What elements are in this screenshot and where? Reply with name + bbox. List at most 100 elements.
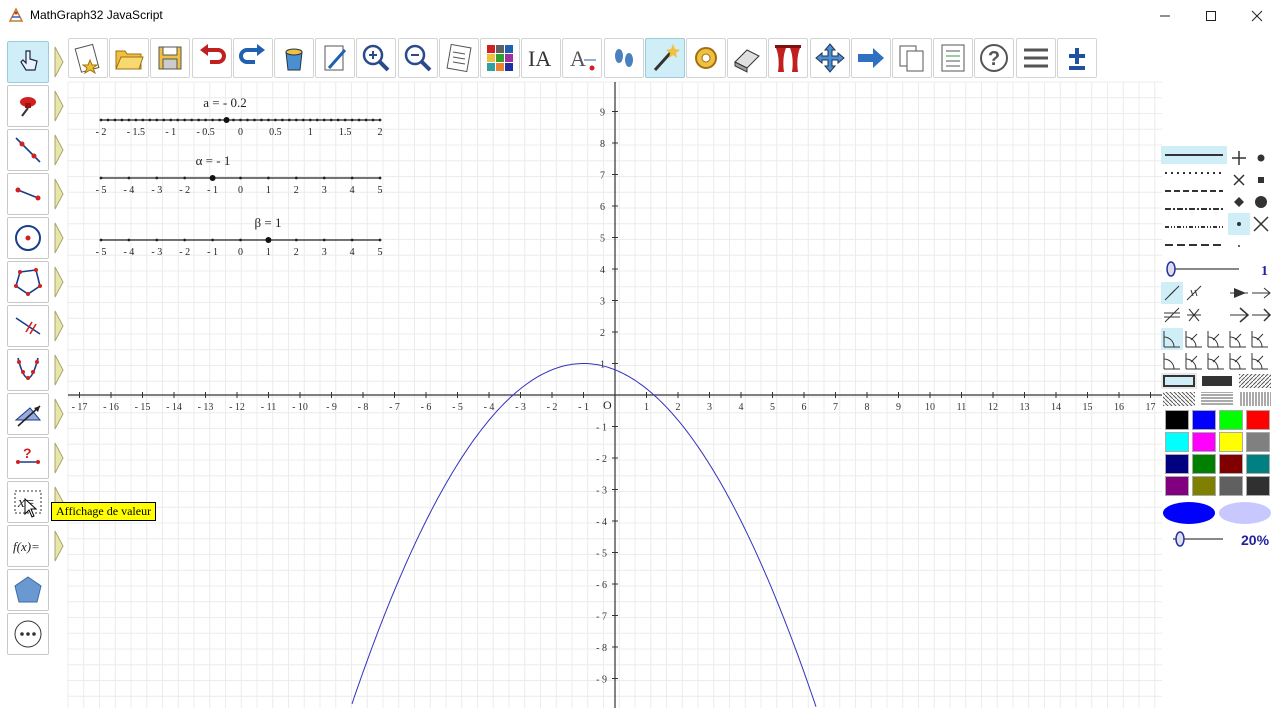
parabola-curve[interactable]: [351, 363, 817, 707]
expand-arrow-icon[interactable]: [54, 134, 64, 166]
color-swatch[interactable]: [1246, 410, 1270, 430]
fill-style-option[interactable]: [1199, 391, 1235, 407]
arrow-right-button[interactable]: [850, 38, 891, 78]
point-style-option[interactable]: [1228, 191, 1250, 213]
slider-handle[interactable]: [223, 117, 230, 123]
line-tool[interactable]: [7, 129, 49, 171]
add-button[interactable]: [1056, 38, 1097, 78]
point-style-option[interactable]: [1250, 191, 1272, 213]
style-button[interactable]: A: [562, 38, 603, 78]
circle-tool[interactable]: [7, 217, 49, 259]
move-button[interactable]: [809, 38, 850, 78]
point-style-option[interactable]: [1250, 169, 1272, 191]
point-tool[interactable]: [7, 85, 49, 127]
point-style-option[interactable]: [1228, 169, 1250, 191]
mark-style-option[interactable]: [1228, 282, 1250, 304]
line-style-option[interactable]: [1161, 218, 1227, 236]
color-swatch[interactable]: [1219, 476, 1243, 496]
zoom-in-button[interactable]: [356, 38, 397, 78]
mark-style-option[interactable]: [1161, 304, 1183, 326]
transform-tool[interactable]: [7, 393, 49, 435]
slider-handle[interactable]: [265, 237, 272, 243]
fill-style-option[interactable]: [1237, 373, 1273, 389]
point-style-option[interactable]: [1228, 235, 1250, 257]
undo-button[interactable]: [191, 38, 232, 78]
color-swatch[interactable]: [1219, 410, 1243, 430]
surface-tool[interactable]: [7, 569, 49, 611]
transparent-color-preview[interactable]: [1217, 500, 1273, 526]
protocol-button[interactable]: [933, 38, 974, 78]
opacity-slider[interactable]: [1167, 528, 1225, 550]
line-style-option[interactable]: [1161, 146, 1227, 164]
gear-button[interactable]: [686, 38, 726, 78]
redo-button[interactable]: [232, 38, 273, 78]
fill-style-option[interactable]: [1161, 391, 1197, 407]
figure-canvas[interactable]: - 17- 16- 15- 14- 13- 12- 11- 10- 9- 8- …: [0, 0, 1280, 720]
slider-handle[interactable]: [209, 175, 216, 181]
eraser-button[interactable]: [727, 38, 768, 78]
current-color-preview[interactable]: [1161, 500, 1217, 526]
point-style-option[interactable]: [1228, 213, 1250, 235]
color-swatch[interactable]: [1192, 410, 1216, 430]
calculator-button[interactable]: [438, 38, 479, 78]
angle-mark-option[interactable]: [1249, 350, 1271, 372]
new-figure-button[interactable]: [68, 38, 108, 78]
fill-style-option[interactable]: [1199, 373, 1235, 389]
color-swatch[interactable]: [1165, 476, 1189, 496]
menu-button[interactable]: [1015, 38, 1056, 78]
segment-tool[interactable]: [7, 173, 49, 215]
polygon-tool[interactable]: [7, 261, 49, 303]
expand-arrow-icon[interactable]: [54, 442, 64, 474]
angle-mark-option[interactable]: [1161, 350, 1183, 372]
footprints-button[interactable]: [603, 38, 644, 78]
color-swatch[interactable]: [1192, 476, 1216, 496]
mark-style-option[interactable]: [1183, 304, 1205, 326]
line-style-option[interactable]: [1161, 182, 1227, 200]
color-swatch[interactable]: [1192, 432, 1216, 452]
magic-wand-button[interactable]: [644, 38, 685, 78]
expand-arrow-icon[interactable]: [54, 90, 64, 122]
angle-mark-option[interactable]: [1205, 350, 1227, 372]
line-style-option[interactable]: [1161, 164, 1227, 182]
color-swatch[interactable]: [1165, 410, 1189, 430]
angle-mark-option[interactable]: [1205, 328, 1227, 350]
color-swatch[interactable]: [1165, 454, 1189, 474]
function-tool[interactable]: f(x)=: [7, 525, 49, 567]
point-style-option[interactable]: [1250, 147, 1272, 169]
fill-style-option[interactable]: [1161, 373, 1197, 389]
open-folder-button[interactable]: [109, 38, 150, 78]
curve-tool[interactable]: [7, 349, 49, 391]
point-style-option[interactable]: [1250, 213, 1272, 235]
mark-style-option[interactable]: [1161, 282, 1183, 304]
expand-arrow-icon[interactable]: [54, 354, 64, 386]
expand-arrow-icon[interactable]: [54, 178, 64, 210]
pointer-tool[interactable]: [7, 41, 49, 83]
angle-mark-option[interactable]: [1183, 350, 1205, 372]
bucket-button[interactable]: [274, 38, 314, 78]
parallel-tool[interactable]: [7, 305, 49, 347]
line-style-option[interactable]: [1161, 200, 1227, 218]
line-style-option[interactable]: [1161, 236, 1227, 254]
expand-arrow-icon[interactable]: [54, 266, 64, 298]
fill-style-option[interactable]: [1237, 391, 1273, 407]
curtain-button[interactable]: [768, 38, 809, 78]
expand-arrow-icon[interactable]: [54, 530, 64, 562]
angle-mark-option[interactable]: [1227, 328, 1249, 350]
mark-style-option[interactable]: [1183, 282, 1205, 304]
color-swatch[interactable]: [1165, 432, 1189, 452]
point-style-option[interactable]: [1228, 147, 1250, 169]
angle-mark-option[interactable]: [1227, 350, 1249, 372]
color-swatch[interactable]: [1192, 454, 1216, 474]
line-width-slider[interactable]: [1161, 258, 1241, 280]
angle-mark-option[interactable]: [1249, 328, 1271, 350]
color-swatch[interactable]: [1246, 476, 1270, 496]
color-swatch[interactable]: [1246, 454, 1270, 474]
color-swatch[interactable]: [1246, 432, 1270, 452]
save-button[interactable]: [150, 38, 191, 78]
expand-arrow-icon[interactable]: [54, 310, 64, 342]
mark-style-option[interactable]: [1250, 304, 1272, 326]
mark-style-option[interactable]: [1250, 282, 1272, 304]
expand-arrow-icon[interactable]: [54, 222, 64, 254]
color-swatch[interactable]: [1219, 454, 1243, 474]
help-button[interactable]: ?: [974, 38, 1015, 78]
